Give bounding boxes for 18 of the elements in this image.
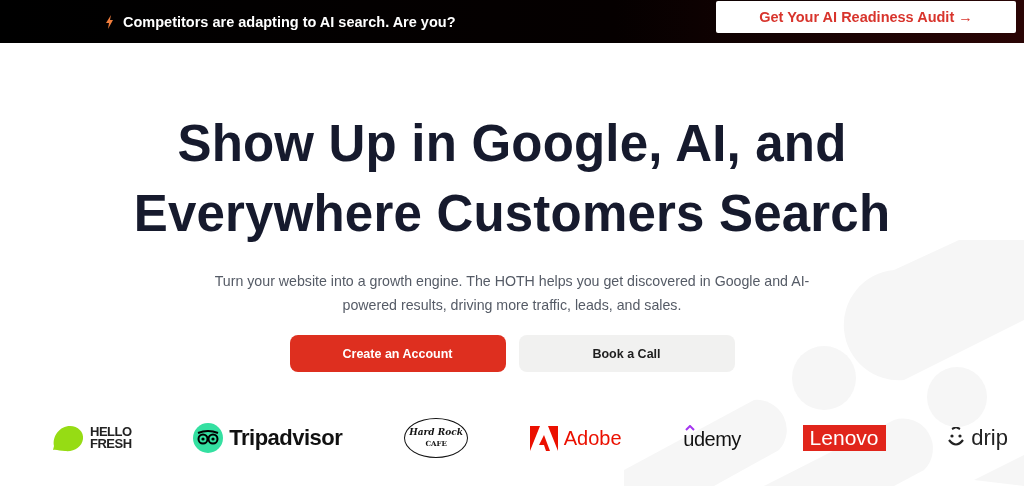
create-account-button[interactable]: Create an Account: [289, 335, 506, 372]
caret-icon: [685, 425, 696, 431]
audit-button[interactable]: Get Your AI Readiness Audit →: [716, 0, 1016, 33]
owl-eyes-icon: [193, 423, 224, 453]
logo-text: drip: [971, 425, 1008, 451]
smile-icon: [947, 427, 966, 449]
logo-text: HELLO FRESH: [90, 426, 132, 450]
lime-icon: [52, 424, 84, 452]
headline: Show Up in Google, AI, and Everywhere Customers Search: [133, 114, 891, 244]
book-call-button[interactable]: Book a Call: [518, 335, 735, 372]
announcement-text: Competitors are adapting to AI search. Are you?: [123, 13, 456, 30]
subtitle: Turn your website into a growth engine. The HOTH helps you get discovered in Google and AI-powered results, driving more traffic, leads, and sales.: [213, 272, 811, 315]
logo-text: Tripadvisor: [229, 425, 343, 451]
a-mark-icon: [529, 425, 558, 451]
logo-text: Adobe: [563, 426, 622, 450]
logo-text: udemy: [683, 428, 741, 451]
lightning-icon: [105, 14, 114, 29]
logo-text: Lenovo: [802, 425, 886, 451]
